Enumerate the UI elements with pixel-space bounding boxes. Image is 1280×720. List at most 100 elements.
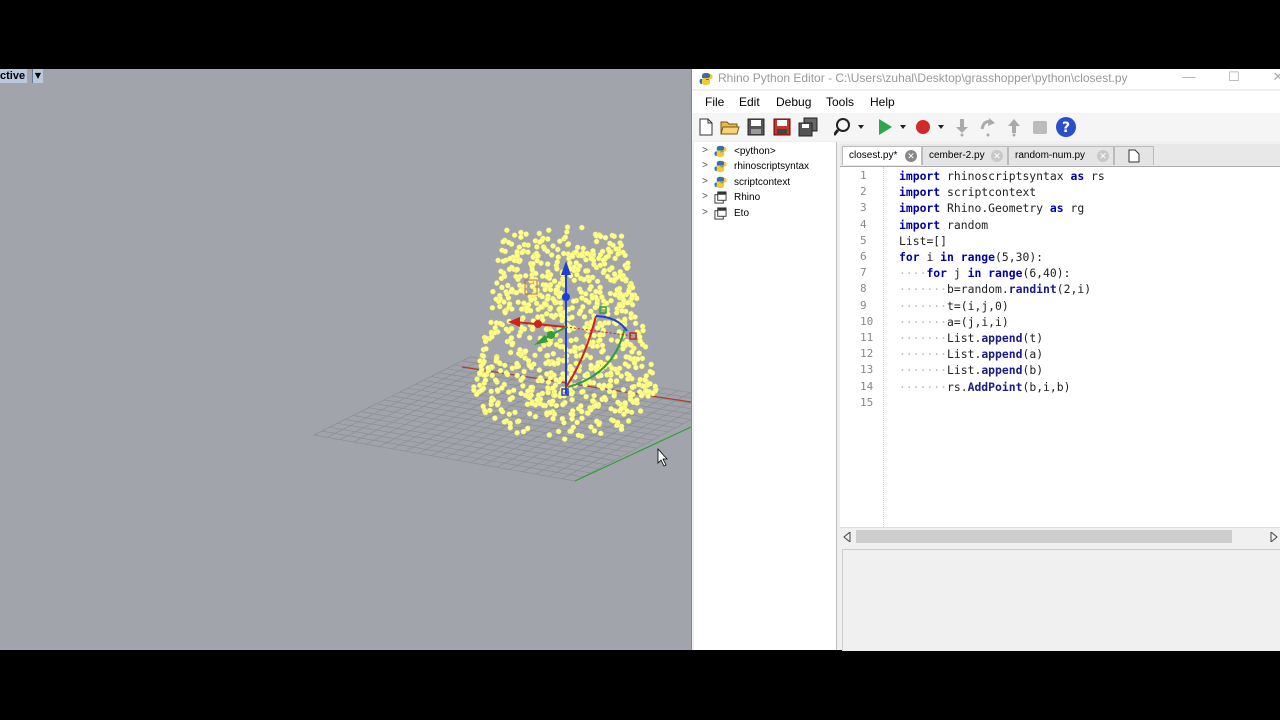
stop-icon[interactable]: [1030, 117, 1050, 137]
viewport-menu-dropdown-icon[interactable]: ▼: [32, 69, 43, 83]
close-tab-icon[interactable]: ✕: [1097, 150, 1109, 162]
point: [616, 303, 623, 309]
menu-help[interactable]: Help: [870, 95, 895, 109]
code-line[interactable]: ·······t=(i,j,0): [899, 299, 1009, 315]
point: [608, 277, 614, 283]
code-line[interactable]: for i in range(5,30):: [899, 250, 1043, 266]
point: [515, 418, 522, 424]
point: [480, 353, 487, 359]
help-icon[interactable]: ?: [1055, 116, 1077, 138]
code-editor[interactable]: 1 2 3 4 5 6 7 8 9 10 11 12 13 14 15 import rhinoscript…: [840, 167, 1280, 543]
point: [596, 332, 603, 338]
point: [616, 365, 623, 372]
point: [559, 317, 565, 324]
point: [509, 341, 515, 348]
point: [532, 413, 539, 420]
step-over-icon[interactable]: [978, 117, 998, 137]
close-tab-icon[interactable]: ✕: [905, 150, 917, 162]
code-line[interactable]: ····for j in range(6,40):: [899, 266, 1070, 282]
step-out-icon[interactable]: [1004, 117, 1024, 137]
code-line[interactable]: ·······List.append(b): [899, 363, 1043, 379]
point: [555, 360, 561, 366]
tab-label: cember-2.py: [929, 150, 985, 161]
step-into-icon[interactable]: [952, 117, 972, 137]
menu-file[interactable]: File: [705, 95, 724, 109]
tree-item-rhino[interactable]: > Rhino: [694, 190, 834, 206]
viewport-title[interactable]: ctive: [0, 69, 28, 83]
code-line[interactable]: import Rhino.Geometry as rg: [899, 201, 1084, 217]
point: [594, 343, 601, 349]
point: [510, 387, 517, 393]
find-icon[interactable]: [834, 117, 868, 137]
point: [506, 389, 512, 395]
tree-item-rhinoscriptsyntax[interactable]: > rhinoscriptsyntax: [694, 159, 834, 175]
scroll-left-icon[interactable]: [843, 532, 851, 542]
menu-tools[interactable]: Tools: [826, 95, 854, 109]
point: [560, 371, 566, 377]
code-line[interactable]: ·······b=random.randint(2,i): [899, 282, 1091, 298]
output-pane[interactable]: [842, 549, 1280, 651]
tab-closest[interactable]: closest.py* ✕: [842, 146, 922, 165]
code-line[interactable]: ·······a=(j,i,i): [899, 315, 1009, 331]
point: [504, 291, 510, 298]
point: [609, 365, 615, 371]
expand-arrow-icon[interactable]: >: [702, 191, 708, 202]
horizontal-scrollbar[interactable]: [840, 527, 1280, 545]
save-icon[interactable]: [746, 117, 766, 137]
point: [574, 244, 581, 251]
point: [617, 290, 623, 297]
point: [623, 354, 629, 360]
point: [593, 288, 599, 295]
close-tab-icon[interactable]: ✕: [991, 150, 1003, 162]
tree-item-label: scriptcontext: [734, 177, 791, 188]
tab-cember-2[interactable]: cember-2.py ✕: [922, 146, 1008, 165]
code-line[interactable]: List=[]: [899, 234, 947, 250]
tree-item-python[interactable]: > <python>: [694, 144, 834, 160]
save-as-icon[interactable]: [772, 117, 792, 137]
menu-debug[interactable]: Debug: [776, 95, 811, 109]
new-file-icon[interactable]: [696, 117, 716, 137]
tree-item-label: <python>: [734, 146, 776, 157]
point: [569, 411, 576, 418]
python-icon: [714, 176, 727, 189]
point: [613, 378, 620, 384]
rhino-viewport[interactable]: ctive ▼: [0, 69, 691, 650]
menu-edit[interactable]: Edit: [739, 95, 760, 109]
point: [569, 314, 575, 320]
point: [507, 424, 514, 431]
point: [548, 252, 555, 258]
point: [627, 396, 634, 403]
scroll-right-icon[interactable]: [1270, 532, 1278, 542]
code-line[interactable]: import rhinoscriptsyntax as rs: [899, 169, 1105, 185]
point: [547, 339, 554, 346]
expand-arrow-icon[interactable]: >: [702, 160, 708, 171]
close-button[interactable]: ✕: [1263, 69, 1280, 89]
code-line[interactable]: ·······rs.AddPoint(b,i,b): [899, 380, 1070, 396]
code-line[interactable]: ·······List.append(a): [899, 347, 1043, 363]
point: [556, 305, 563, 312]
new-tab-button[interactable]: [1114, 146, 1154, 165]
title-bar[interactable]: Rhino Python Editor - C:\Users\zuhal\Des…: [692, 69, 1280, 89]
scrollbar-thumb[interactable]: [856, 530, 1232, 543]
save-all-icon[interactable]: [798, 117, 818, 137]
code-line[interactable]: ·······List.append(t): [899, 331, 1043, 347]
minimize-button[interactable]: —: [1174, 69, 1204, 89]
expand-arrow-icon[interactable]: >: [702, 176, 708, 187]
breakpoint-icon[interactable]: [914, 117, 948, 137]
code-line[interactable]: import random: [899, 218, 988, 234]
code-line[interactable]: import scriptcontext: [899, 185, 1036, 201]
point: [572, 348, 578, 355]
point: [551, 278, 558, 284]
python-editor-window: Rhino Python Editor - C:\Users\zuhal\Des…: [691, 69, 1280, 651]
tree-item-eto[interactable]: > Eto: [694, 206, 834, 222]
point: [521, 283, 528, 290]
tab-random-num[interactable]: random-num.py ✕: [1008, 146, 1114, 165]
expand-arrow-icon[interactable]: >: [702, 207, 708, 218]
point: [509, 365, 516, 371]
run-icon[interactable]: [876, 117, 910, 137]
tree-item-scriptcontext[interactable]: > scriptcontext: [694, 175, 834, 191]
expand-arrow-icon[interactable]: >: [702, 145, 708, 156]
open-folder-icon[interactable]: [720, 117, 740, 137]
maximize-button[interactable]: ☐: [1219, 69, 1249, 89]
point: [578, 408, 585, 415]
